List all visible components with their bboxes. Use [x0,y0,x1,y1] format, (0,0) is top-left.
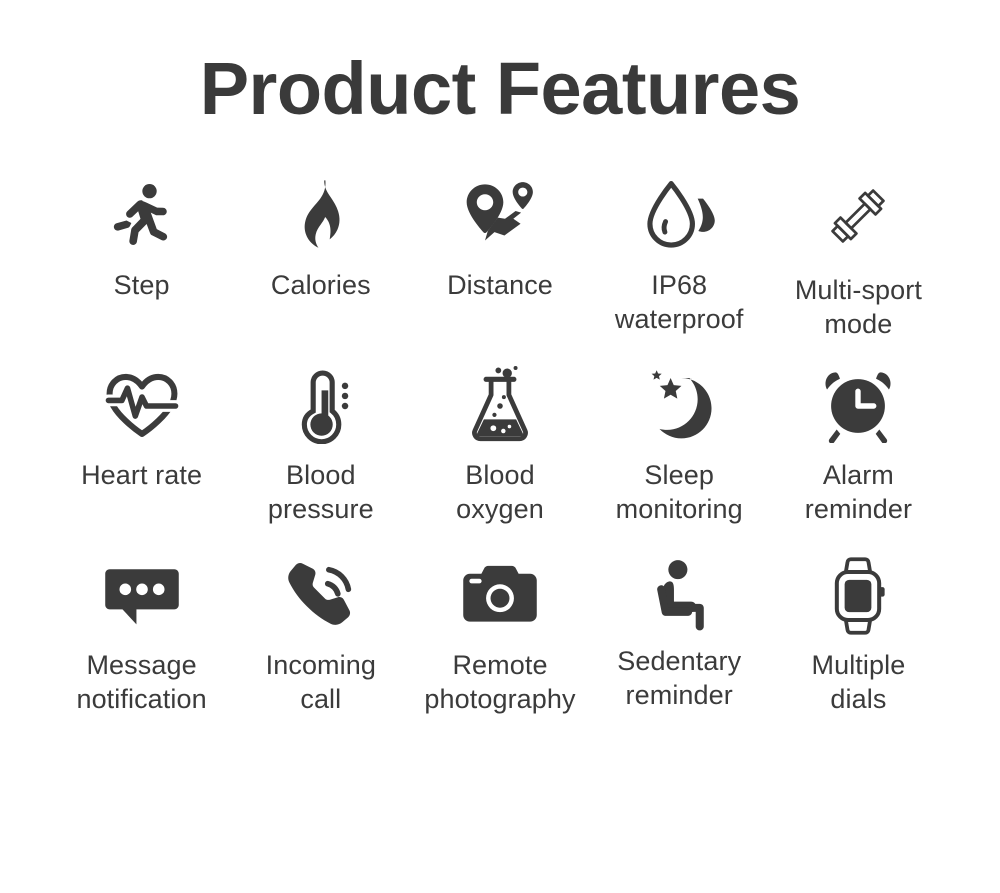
map-pins-route-icon [460,170,540,262]
thermometer-icon [288,360,354,452]
feature-label: Incoming call [265,650,376,715]
feature-item-calories[interactable]: Calories [231,170,410,302]
feature-label: Calories [270,270,371,300]
feature-item-multisport[interactable]: Multi-sport mode [769,170,948,342]
smartwatch-icon [826,550,890,642]
feature-label: Blood pressure [267,460,374,525]
feature-item-message[interactable]: Message notification [52,550,231,717]
water-drop-icon [641,170,717,262]
feature-label: Alarm reminder [804,460,913,525]
feature-item-step[interactable]: Step [52,170,231,302]
feature-item-incoming-call[interactable]: Incoming call [231,550,410,717]
moon-stars-icon [641,360,717,452]
phone-ringing-icon [284,550,358,642]
sitting-person-icon [644,550,714,642]
heart-pulse-icon [103,360,180,452]
feature-item-blood-oxygen[interactable]: Blood oxygen [410,360,589,527]
page-title: Product Features [199,47,801,130]
feature-item-blood-pressure[interactable]: Blood pressure [231,360,410,527]
features-row: Heart rate Blood pressure Blood oxygen S… [52,360,948,550]
product-features-page: Product Features Step Calories Distance … [0,0,1000,893]
feature-label: IP68 waterproof [614,270,744,335]
feature-item-multiple-dials[interactable]: Multiple dials [769,550,948,717]
feature-label: Step [113,270,170,300]
feature-label: Distance [447,270,553,300]
feature-label: Sedentary reminder [617,646,742,711]
feature-item-remote-photography[interactable]: Remote photography [410,550,589,717]
feature-label: Remote photography [424,650,576,715]
running-person-icon [105,170,179,262]
flask-icon [466,360,534,452]
features-grid: Step Calories Distance IP68 waterproof M… [52,170,948,740]
dumbbell-icon [822,170,894,262]
flame-icon [288,170,354,262]
camera-icon [461,550,539,642]
feature-label: Blood oxygen [456,460,544,525]
feature-item-alarm[interactable]: Alarm reminder [769,360,948,527]
feature-label: Multi-sport mode [794,275,922,340]
alarm-clock-icon [821,360,895,452]
feature-item-waterproof[interactable]: IP68 waterproof [590,170,769,337]
message-bubble-icon [103,550,181,642]
feature-item-sedentary[interactable]: Sedentary reminder [590,550,769,713]
feature-item-heart-rate[interactable]: Heart rate [52,360,231,492]
features-row: Message notification Incoming call Remot… [52,550,948,740]
feature-item-distance[interactable]: Distance [410,170,589,302]
feature-label: Sleep monitoring [615,460,743,525]
feature-item-sleep[interactable]: Sleep monitoring [590,360,769,527]
feature-label: Heart rate [81,460,203,490]
feature-label: Multiple dials [811,650,906,715]
feature-label: Message notification [76,650,207,715]
features-row: Step Calories Distance IP68 waterproof M… [52,170,948,360]
